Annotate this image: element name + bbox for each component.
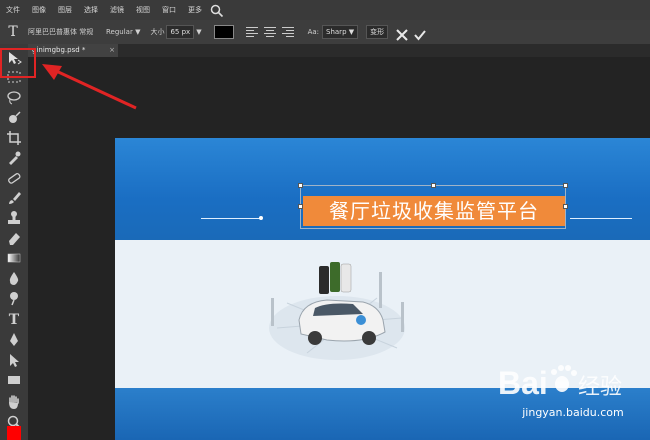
transform-handle[interactable] (431, 183, 436, 188)
type-icon[interactable]: T (6, 312, 22, 328)
type-tool-icon: T (8, 24, 18, 40)
menu-window[interactable]: 窗口 (156, 0, 182, 20)
car-illustration (269, 262, 405, 360)
quick-select-icon[interactable] (6, 110, 22, 126)
hand-icon[interactable] (6, 394, 22, 410)
watermark-url: jingyan.baidu.com (522, 406, 624, 419)
healing-icon[interactable] (6, 170, 22, 186)
lasso-icon[interactable] (6, 90, 22, 106)
decor-line-left (201, 218, 261, 219)
size-label: 大小 (150, 28, 165, 36)
path-select-icon[interactable] (6, 352, 22, 368)
menu-layer[interactable]: 图层 (52, 0, 78, 20)
menu-filter[interactable]: 滤镜 (104, 0, 130, 20)
move-tool-highlight (0, 48, 36, 78)
dodge-icon[interactable] (6, 290, 22, 306)
font-size-dropdown[interactable]: ▼ (196, 28, 201, 36)
menu-file[interactable]: 文件 (0, 0, 26, 20)
menu-view[interactable]: 视图 (130, 0, 156, 20)
document-tab[interactable]: ginimgbg.psd * × (28, 44, 118, 57)
search-icon[interactable] (210, 3, 224, 18)
options-bar: T 阿里巴巴普惠体 常规 Regular ▼ 大小 65 px ▼ Aa: Sh… (0, 20, 650, 45)
transform-handle[interactable] (563, 183, 568, 188)
cancel-icon[interactable] (396, 26, 408, 41)
baidu-jingyan-logo: Bai 经验 (498, 365, 622, 401)
commit-icon[interactable] (414, 26, 426, 41)
warp-text-button[interactable]: 变形 (366, 25, 389, 39)
blur-icon[interactable] (6, 270, 22, 286)
gradient-icon[interactable] (6, 250, 22, 266)
shape-icon[interactable] (6, 372, 22, 388)
document-tabs: ginimgbg.psd * × (28, 44, 650, 57)
close-tab-icon[interactable]: × (109, 44, 115, 57)
menu-select[interactable]: 选择 (78, 0, 104, 20)
antialias-arrow: ▼ (348, 28, 355, 36)
menu-more[interactable]: 更多 (182, 0, 208, 20)
svg-text:经验: 经验 (578, 375, 622, 400)
menu-bar: 文件 图像 图层 选择 滤镜 视图 窗口 更多 (0, 0, 650, 20)
transform-handle[interactable] (298, 183, 303, 188)
transform-handle[interactable] (298, 204, 303, 209)
tools-panel: T (0, 44, 28, 440)
svg-text:Bai: Bai (498, 365, 548, 401)
decor-dot (259, 216, 263, 220)
annotation-arrow-icon (42, 64, 137, 110)
transform-handle[interactable] (563, 204, 568, 209)
foreground-color-swatch[interactable] (7, 426, 21, 440)
eraser-icon[interactable] (6, 230, 22, 246)
crop-icon[interactable] (6, 130, 22, 146)
align-center-icon[interactable] (263, 27, 276, 37)
eyedropper-icon[interactable] (6, 150, 22, 166)
text-color-swatch[interactable] (213, 25, 234, 39)
decor-line-right (570, 218, 632, 219)
align-left-icon[interactable] (245, 27, 258, 37)
font-size-input[interactable]: 65 px (166, 25, 195, 39)
transform-frame[interactable] (300, 185, 566, 229)
font-style-select[interactable]: Regular ▼ (106, 28, 140, 36)
document-tab-label: ginimgbg.psd * (32, 46, 86, 54)
antialias-select[interactable]: Sharp ▼ (322, 25, 359, 39)
pen-icon[interactable] (6, 332, 22, 348)
antialias-value: Sharp (326, 28, 347, 36)
menu-image[interactable]: 图像 (26, 0, 52, 20)
font-family-select[interactable]: 阿里巴巴普惠体 常规 (28, 27, 100, 37)
brush-icon[interactable] (6, 190, 22, 206)
antialias-label: Aa: (307, 28, 320, 36)
stamp-icon[interactable] (6, 210, 22, 226)
align-right-icon[interactable] (281, 27, 294, 37)
